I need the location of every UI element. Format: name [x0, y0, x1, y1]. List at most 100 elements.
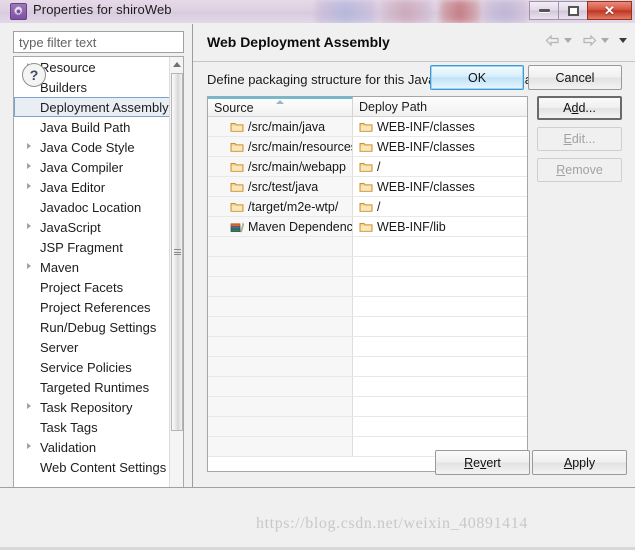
sidebar-item-java-build-path[interactable]: Java Build Path [14, 117, 171, 137]
sidebar-item-java-editor[interactable]: Java Editor [14, 177, 171, 197]
cell-source [208, 257, 353, 277]
sidebar-item-project-facets[interactable]: Project Facets [14, 277, 171, 297]
expand-arrow-icon[interactable] [27, 183, 31, 189]
vertical-scrollbar-thumb[interactable] [171, 73, 183, 431]
assembly-table[interactable]: Source Deploy Path /src/main/java WEB-INF… [207, 96, 528, 472]
sidebar-item-javadoc-location[interactable]: Javadoc Location [14, 197, 171, 217]
settings-tree[interactable]: Resource Builders Deployment Assembly Java … [14, 57, 171, 489]
column-header-label: Source [214, 100, 254, 115]
cell-source: /target/m2e-wtp/ [208, 197, 353, 217]
cell-source: /src/main/java [208, 117, 353, 137]
revert-button[interactable]: Revert [435, 450, 530, 475]
help-button[interactable]: ? [22, 63, 46, 87]
minimize-button[interactable] [529, 1, 558, 20]
sidebar-item-label: Service Policies [40, 359, 132, 375]
cell-deploy-path [353, 417, 527, 437]
sidebar-item-service-policies[interactable]: Service Policies [14, 357, 171, 377]
edit-button-label: Edit... [563, 132, 596, 146]
sidebar-item-maven[interactable]: Maven [14, 257, 171, 277]
table-row[interactable]: /src/main/webapp / [208, 157, 527, 177]
maximize-icon [567, 5, 579, 16]
page-header: Web Deployment Assembly [193, 24, 635, 62]
sidebar-item-validation[interactable]: Validation [14, 437, 171, 457]
sidebar-item-run-debug-settings[interactable]: Run/Debug Settings [14, 317, 171, 337]
sidebar-item-project-references[interactable]: Project References [14, 297, 171, 317]
expand-arrow-icon[interactable] [27, 143, 31, 149]
expand-arrow-icon[interactable] [27, 163, 31, 169]
cell-source [208, 437, 353, 457]
cell-source [208, 417, 353, 437]
sidebar-item-javascript[interactable]: JavaScript [14, 217, 171, 237]
table-row-empty[interactable] [208, 397, 527, 417]
ok-button[interactable]: OK [430, 65, 524, 90]
cell-source-label: Maven Dependencies [248, 219, 353, 234]
apply-button[interactable]: Apply [532, 450, 627, 475]
cell-source [208, 277, 353, 297]
table-row[interactable]: /src/main/resources WEB-INF/classes [208, 137, 527, 157]
arrow-right-icon[interactable] [582, 34, 597, 47]
table-action-buttons: Add... Edit... Remove [537, 96, 622, 189]
table-row[interactable]: /src/main/java WEB-INF/classes [208, 117, 527, 137]
sidebar-item-jsp-fragment[interactable]: JSP Fragment [14, 237, 171, 257]
sidebar-item-java-code-style[interactable]: Java Code Style [14, 137, 171, 157]
expand-arrow-icon[interactable] [27, 263, 31, 269]
sidebar-item-java-compiler[interactable]: Java Compiler [14, 157, 171, 177]
grip-icon [173, 248, 181, 257]
sidebar-item-task-repository[interactable]: Task Repository [14, 397, 171, 417]
sidebar-item-label: Deployment Assembly [40, 99, 169, 115]
cell-source-label: /src/main/resources [248, 139, 353, 154]
sidebar-item-label: Resource [40, 59, 96, 75]
cell-deploy-path [353, 277, 527, 297]
cell-deploy-path-label: / [377, 199, 381, 214]
cell-deploy-path-label: WEB-INF/classes [377, 179, 475, 194]
sidebar-item-label: JavaScript [40, 219, 101, 235]
cell-source [208, 337, 353, 357]
sidebar-item-label: Web Content Settings [40, 459, 167, 475]
scroll-up-button[interactable] [170, 57, 183, 71]
filter-input[interactable]: type filter text [13, 31, 184, 53]
table-row-empty[interactable] [208, 257, 527, 277]
column-header-source[interactable]: Source [208, 97, 353, 116]
table-row[interactable]: /target/m2e-wtp/ / [208, 197, 527, 217]
table-row[interactable]: /src/test/java WEB-INF/classes [208, 177, 527, 197]
close-button[interactable]: ✕ [587, 1, 632, 20]
table-row[interactable]: Maven Dependencies WEB-INF/lib [208, 217, 527, 237]
cancel-button[interactable]: Cancel [528, 65, 622, 90]
sidebar-item-targeted-runtimes[interactable]: Targeted Runtimes [14, 377, 171, 397]
cell-source: /src/test/java [208, 177, 353, 197]
expand-arrow-icon[interactable] [27, 443, 31, 449]
sidebar-item-web-content-settings[interactable]: Web Content Settings [14, 457, 171, 477]
expand-arrow-icon[interactable] [27, 223, 31, 229]
cell-deploy-path-label: WEB-INF/lib [377, 219, 446, 234]
add-button[interactable]: Add... [537, 96, 622, 120]
table-row-empty[interactable] [208, 297, 527, 317]
sidebar-item-deployment-assembly[interactable]: Deployment Assembly [14, 97, 171, 117]
table-row-empty[interactable] [208, 357, 527, 377]
expand-arrow-icon[interactable] [27, 403, 31, 409]
column-header-deploy-path[interactable]: Deploy Path [353, 97, 527, 116]
sidebar-item-server[interactable]: Server [14, 337, 171, 357]
triangle-up-icon [173, 61, 181, 67]
arrow-left-icon[interactable] [545, 34, 560, 47]
table-row-empty[interactable] [208, 277, 527, 297]
maximize-button[interactable] [558, 1, 587, 20]
chevron-down-icon[interactable] [601, 38, 609, 43]
add-button-label: Add... [563, 101, 596, 115]
chevron-down-icon[interactable] [564, 38, 572, 43]
cell-source [208, 397, 353, 417]
table-row-empty[interactable] [208, 337, 527, 357]
view-menu-chevron-down-icon[interactable] [619, 38, 627, 43]
sidebar-item-label: JSP Fragment [40, 239, 123, 255]
window-controls: ✕ [529, 1, 632, 20]
tree-vertical-scrollbar[interactable] [169, 57, 183, 505]
table-row-empty[interactable] [208, 237, 527, 257]
table-row-empty[interactable] [208, 377, 527, 397]
table-row-empty[interactable] [208, 417, 527, 437]
cell-deploy-path [353, 297, 527, 317]
sidebar-item-label: Targeted Runtimes [40, 379, 150, 395]
sidebar-item-task-tags[interactable]: Task Tags [14, 417, 171, 437]
revert-button-label: Revert [464, 455, 501, 470]
ok-button-label: OK [467, 70, 487, 85]
table-row-empty[interactable] [208, 317, 527, 337]
cell-source [208, 297, 353, 317]
